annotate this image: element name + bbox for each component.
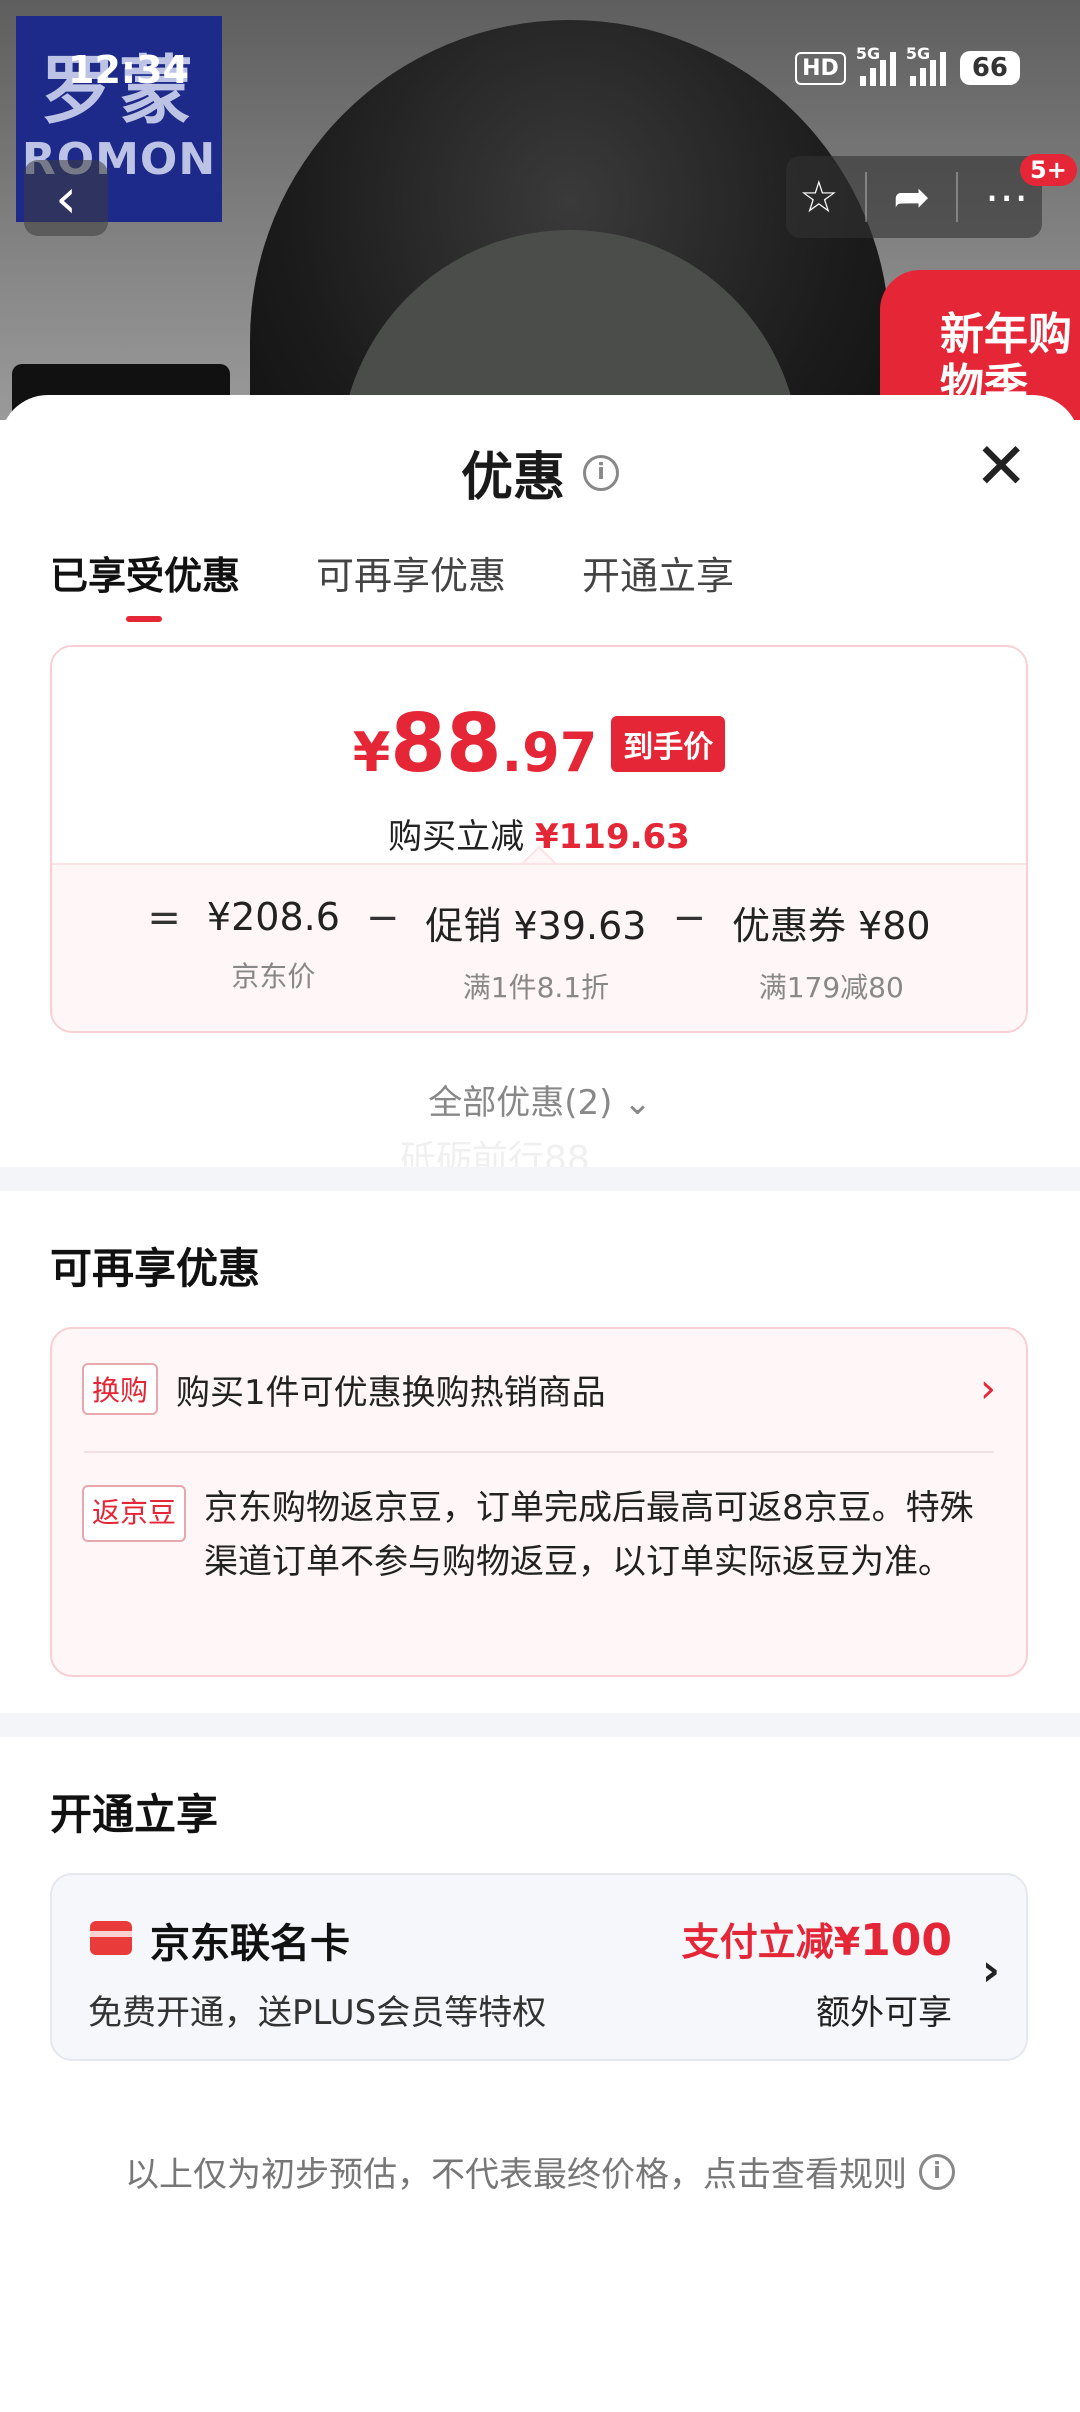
jingdou-tag: 返京豆 — [82, 1485, 187, 1542]
chevron-right-icon: › — [981, 1945, 1000, 1996]
extra-offers-card: 换购 购买1件可优惠换购热销商品 › 返京豆 京东购物返京豆，订单完成后最高可返… — [50, 1327, 1028, 1677]
chevron-left-icon: ‹ — [55, 166, 77, 230]
coupon-col: 优惠券 ¥80 满179减80 — [732, 895, 931, 1006]
chevron-down-icon: ⌄ — [623, 1083, 652, 1123]
coupon-label: 满179减80 — [758, 971, 904, 1004]
all-offers-label: 全部优惠(2) — [428, 1083, 613, 1123]
price-integer: 88 — [390, 697, 502, 790]
minus-sign: − — [672, 895, 706, 941]
price-decimal: .97 — [501, 721, 598, 784]
hd-icon: HD — [795, 51, 846, 85]
divider — [84, 1451, 994, 1453]
divider — [864, 172, 867, 222]
promo-label: 满1件8.1折 — [462, 971, 610, 1004]
price-formula: = ¥208.6 京东价 − 促销 ¥39.63 满1件8.1折 − 优惠券 ¥… — [52, 895, 1026, 1006]
info-icon[interactable]: i — [583, 454, 619, 491]
share-icon[interactable]: ➦ — [893, 172, 930, 223]
status-bar: 12:34 HD 5G 5G 66 — [0, 0, 1080, 140]
jd-price-label: 京东价 — [231, 960, 316, 993]
exchange-text: 购买1件可优惠换购热销商品 — [176, 1372, 606, 1413]
card-offer: 支付立减¥100 — [682, 1911, 952, 1966]
section-divider — [0, 1713, 1080, 1737]
card-desc: 免费开通，送PLUS会员等特权 — [88, 1993, 547, 2033]
close-icon: ✕ — [974, 430, 1028, 504]
card-offer-amount: 100 — [860, 1915, 952, 1966]
status-icons: HD 5G 5G 66 — [795, 44, 1020, 86]
price-summary: ¥ 88 .97 到手价 购买立减 ¥119.63 — [52, 647, 1026, 863]
info-icon: i — [919, 2153, 955, 2190]
final-price-tag: 到手价 — [611, 715, 726, 772]
sheet-title: 优惠 — [460, 448, 565, 508]
credit-card-icon — [90, 1921, 132, 1955]
final-price: ¥ 88 .97 到手价 — [52, 697, 1026, 790]
close-button[interactable]: ✕ — [974, 435, 1028, 499]
extra-offers-title: 可再享优惠 — [50, 1244, 261, 1293]
open-enjoy-title: 开通立享 — [50, 1790, 219, 1839]
reduction-label: 购买立减 — [388, 817, 525, 857]
cobrand-card-offer[interactable]: 京东联名卡 免费开通，送PLUS会员等特权 支付立减¥100 额外可享 › — [50, 1873, 1028, 2061]
exchange-offer-row[interactable]: 换购 购买1件可优惠换购热销商品 › — [82, 1363, 996, 1415]
clock: 12:34 — [68, 48, 189, 92]
card-offer-sub: 额外可享 — [816, 1993, 952, 2033]
exchange-tag: 换购 — [82, 1363, 159, 1415]
jd-price: ¥208.6 — [206, 895, 340, 939]
coupon-value: 优惠券 ¥80 — [731, 904, 931, 948]
signal-icon: 5G — [906, 44, 946, 86]
back-button[interactable]: ‹ — [24, 160, 108, 236]
top-actions: ☆ ➦ ⋯ — [786, 156, 1042, 238]
battery-icon: 66 — [959, 51, 1020, 85]
message-badge: 5+ — [1020, 154, 1077, 186]
tab-open-enjoy[interactable]: 开通立享 — [582, 545, 734, 600]
signal-icon: 5G — [856, 44, 896, 86]
footer-text: 以上仅为初步预估，不代表最终价格，点击查看规则 — [125, 2155, 907, 2195]
reduction-value: ¥119.63 — [534, 817, 690, 857]
divider — [956, 172, 959, 222]
equals-sign: = — [147, 895, 181, 941]
promo-value: 促销 ¥39.63 — [425, 904, 647, 948]
minus-sign: − — [365, 895, 400, 941]
card-offer-prefix: 支付立减¥ — [681, 1920, 861, 1964]
discount-sheet: 优惠 i ✕ 已享受优惠 可再享优惠 开通立享 ¥ 88 .97 到手价 购买立… — [0, 395, 1080, 2412]
promo-col: 促销 ¥39.63 满1件8.1折 — [425, 895, 646, 1006]
price-breakdown: = ¥208.6 京东价 − 促销 ¥39.63 满1件8.1折 − 优惠券 ¥… — [52, 863, 1026, 1031]
jd-price-col: ¥208.6 京东价 — [207, 895, 340, 995]
sheet-header: 优惠 i — [0, 435, 1080, 510]
all-offers-toggle[interactable]: 全部优惠(2) ⌄ — [0, 1075, 1080, 1124]
currency-symbol: ¥ — [352, 721, 391, 784]
star-icon[interactable]: ☆ — [799, 172, 838, 223]
section-divider — [0, 1167, 1080, 1191]
card-name: 京东联名卡 — [150, 1921, 350, 1967]
tab-enjoyed[interactable]: 已享受优惠 — [50, 545, 240, 622]
tab-more-offers[interactable]: 可再享优惠 — [316, 545, 506, 600]
tab-bar: 已享受优惠 可再享优惠 开通立享 — [50, 545, 734, 622]
chevron-right-icon: › — [980, 1366, 996, 1412]
price-card: ¥ 88 .97 到手价 购买立减 ¥119.63 = ¥208.6 京东价 −… — [50, 645, 1028, 1033]
jingdou-text: 京东购物返京豆，订单完成后最高可返8京豆。特殊渠道订单不参与购物返豆，以订单实际… — [204, 1488, 974, 1583]
jingdou-offer-row: 返京豆 京东购物返京豆，订单完成后最高可返8京豆。特殊渠道订单不参与购物返豆，以… — [82, 1481, 986, 1590]
footer-note[interactable]: 以上仅为初步预估，不代表最终价格，点击查看规则 i — [0, 2147, 1080, 2196]
